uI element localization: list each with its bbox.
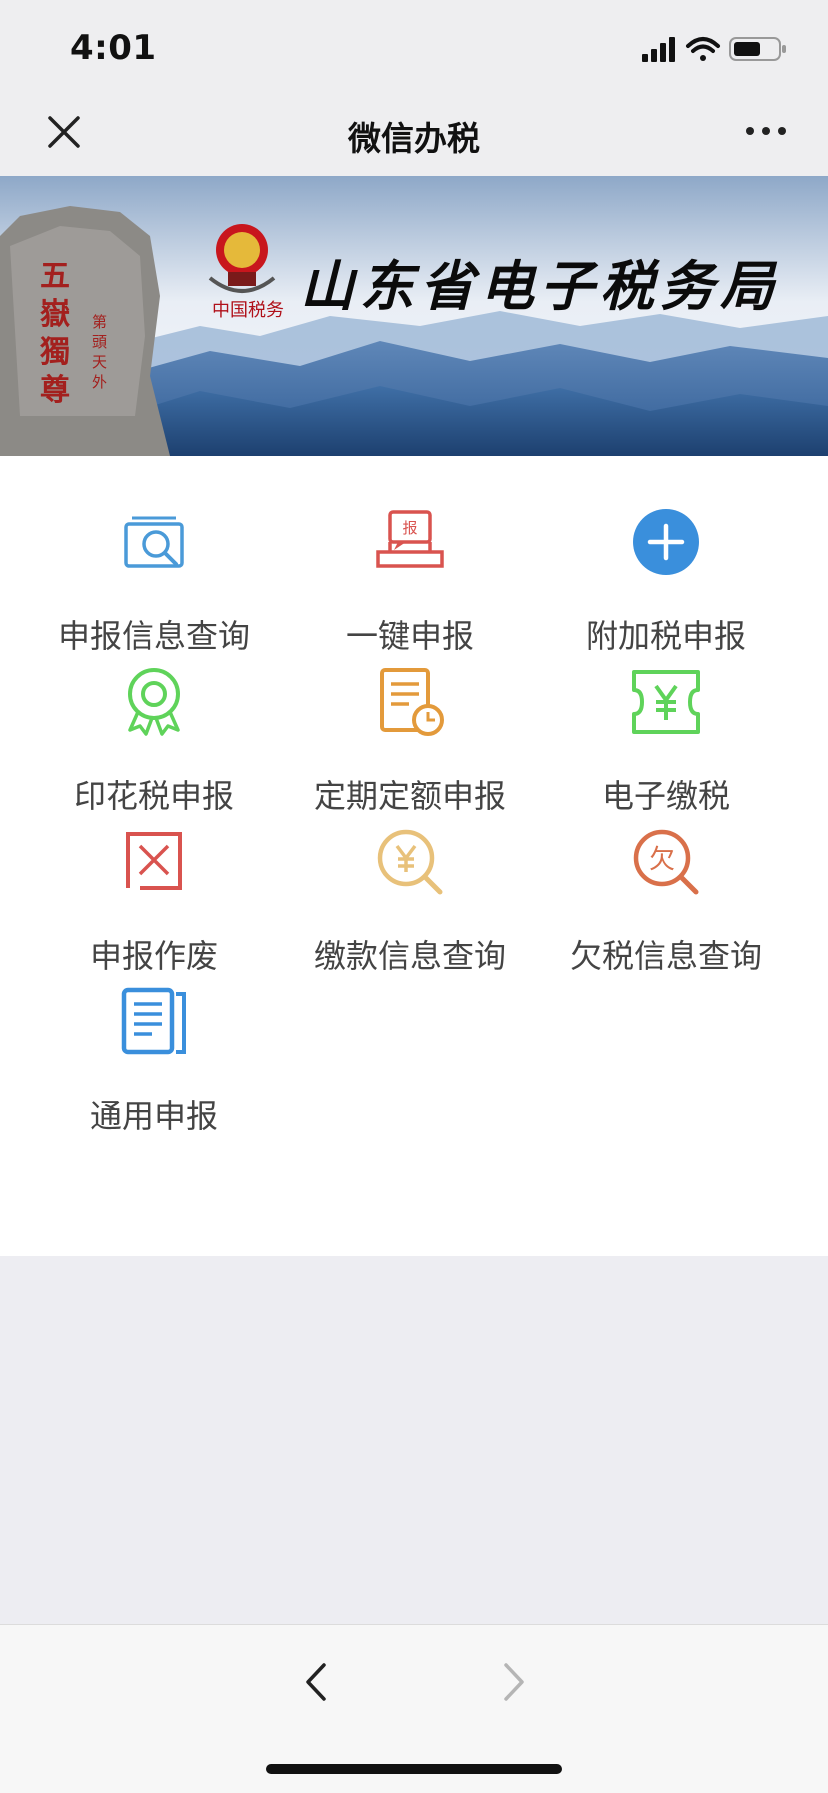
- owed-search-icon: 欠: [633, 829, 699, 895]
- yen-ticket-icon: [632, 670, 700, 734]
- service-payment-info-query[interactable]: 缴款信息查询: [275, 796, 545, 975]
- home-indicator: [266, 1764, 562, 1774]
- emblem-text: 中国税务: [212, 300, 284, 321]
- report-laptop-icon: 报: [376, 510, 444, 568]
- search-document-icon: [124, 516, 184, 568]
- documents-icon: [121, 987, 186, 1055]
- service-grid: 申报信息查询 报 一键申报 附加税申报 印花税申报 定期定额申报 电子缴税 申报…: [0, 456, 828, 1256]
- yen-search-icon: [377, 829, 443, 895]
- service-general-declaration[interactable]: 通用申报: [19, 956, 289, 1135]
- service-owed-tax-query[interactable]: 欠 欠税信息查询: [531, 796, 801, 975]
- service-electronic-tax-payment[interactable]: 电子缴税: [531, 636, 801, 815]
- plus-circle-icon: [633, 509, 699, 575]
- service-label: 欠税信息查询: [569, 937, 762, 975]
- svg-text:欠: 欠: [649, 845, 675, 875]
- banner-title: 山东省电子税务局: [300, 254, 780, 318]
- service-fixed-quota-report[interactable]: 定期定额申报: [275, 636, 545, 815]
- service-surtax-report[interactable]: 附加税申报: [531, 476, 801, 655]
- rock-inscription-side: 第頭天外: [92, 313, 108, 391]
- status-time: 4:01: [70, 28, 157, 68]
- banner: 山东省电子税务局 中国税务 五嶽獨尊 第頭天外: [0, 176, 828, 456]
- service-declaration-query[interactable]: 申报信息查询: [19, 476, 289, 655]
- battery-icon: [729, 37, 786, 61]
- forward-arrow-icon: [504, 1663, 524, 1701]
- cancel-box-icon: [126, 832, 182, 890]
- signal-icon: [642, 37, 675, 62]
- service-label: 缴款信息查询: [313, 937, 506, 975]
- page-title: 微信办税: [348, 119, 480, 158]
- wifi-icon: [686, 37, 720, 61]
- document-clock-icon: [380, 668, 444, 736]
- status-bar: 4:01: [0, 0, 828, 94]
- ribbon-award-icon: [128, 668, 180, 736]
- navigation-bar: 微信办税: [0, 94, 828, 176]
- service-one-click-report[interactable]: 报 一键申报: [275, 476, 545, 655]
- service-cancel-declaration[interactable]: 申报作废: [19, 796, 289, 975]
- rock-inscription: 五嶽獨尊: [40, 259, 70, 408]
- status-icons: [642, 37, 786, 62]
- more-icon[interactable]: [744, 116, 788, 146]
- service-stamp-tax-report[interactable]: 印花税申报: [19, 636, 289, 815]
- service-label: 通用申报: [89, 1097, 218, 1135]
- svg-text:报: 报: [402, 519, 417, 537]
- back-arrow-icon[interactable]: [296, 1657, 336, 1707]
